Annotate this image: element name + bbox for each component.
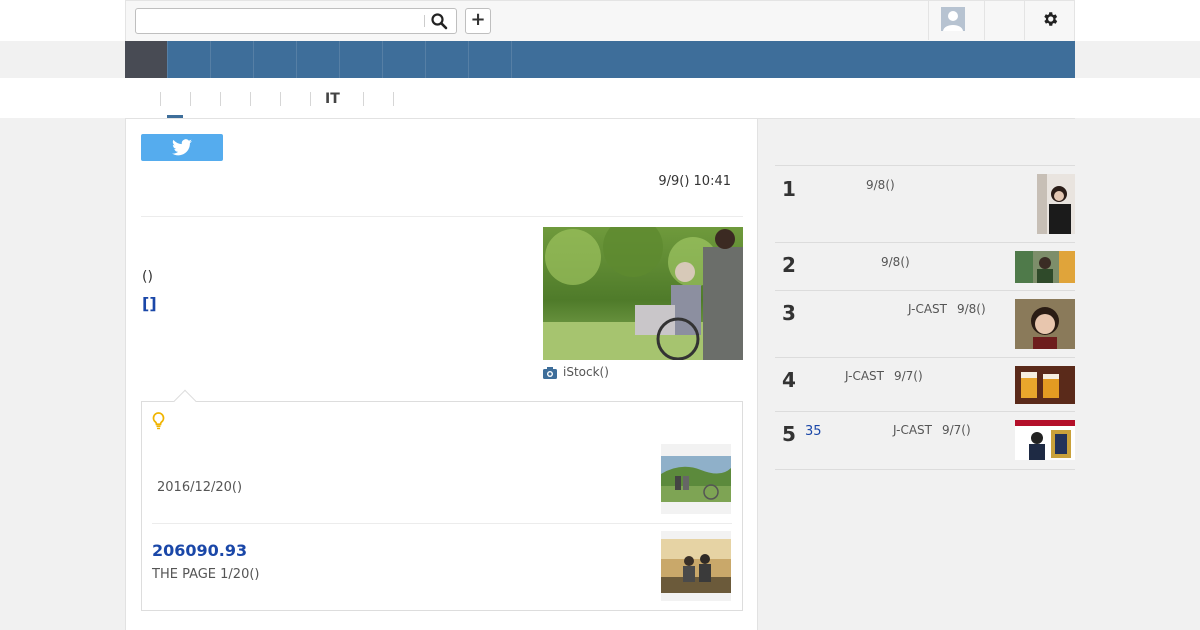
camera-icon <box>543 366 557 379</box>
ranking-bottom-border <box>775 469 1075 470</box>
tweet-button[interactable] <box>141 134 223 161</box>
search-icon <box>431 13 448 30</box>
rank-thumb-4 <box>1015 366 1075 404</box>
gear-icon[interactable] <box>1041 10 1059 28</box>
settings-cell <box>1024 0 1075 40</box>
sub-nav: IT <box>0 78 1200 118</box>
ranking-item-4[interactable]: 4 J-CAST 9/7() <box>775 357 1075 411</box>
rank-number: 1 <box>782 177 796 201</box>
subnav-item-1[interactable] <box>160 92 175 106</box>
nav-item-3[interactable] <box>211 41 254 78</box>
photo-caption-text: iStock() <box>563 365 609 379</box>
rank-number: 5 <box>782 422 796 446</box>
photo-caption: iStock() <box>543 365 609 379</box>
subnav-item-8[interactable] <box>393 92 408 106</box>
ranking-item-2[interactable]: 2 9/8() <box>775 242 1075 290</box>
rank-number: 4 <box>782 368 796 392</box>
rank-thumb-2 <box>1015 251 1075 283</box>
rank-number: 2 <box>782 253 796 277</box>
nav-item-6[interactable] <box>340 41 383 78</box>
subnav-item-7[interactable] <box>363 92 378 106</box>
article-divider <box>141 216 743 217</box>
subnav-item-5[interactable] <box>280 92 295 106</box>
search-button[interactable] <box>430 12 450 30</box>
rank-thumb-5 <box>1015 420 1075 460</box>
add-button[interactable]: + <box>465 8 491 34</box>
related-articles: 2016/12/20() 206090.93 THE PAGE 1/20() <box>141 389 743 611</box>
rank-source: J-CAST <box>845 369 884 383</box>
ranking-item-5[interactable]: 5 35 J-CAST 9/7() <box>775 411 1075 469</box>
header-empty-cell <box>984 0 1024 40</box>
nav-item-8[interactable] <box>426 41 469 78</box>
article-photo[interactable] <box>543 227 743 360</box>
rank-meta: J-CAST 9/8() <box>908 302 986 316</box>
subnav-item-3[interactable] <box>220 92 235 106</box>
rank-date: 9/7() <box>941 423 971 437</box>
search-box <box>135 8 457 34</box>
related-notch <box>173 389 197 413</box>
subnav-item-2[interactable] <box>190 92 205 106</box>
rank-meta: J-CAST 9/7() <box>893 423 971 437</box>
related-divider <box>152 523 732 524</box>
rank-meta: J-CAST 9/7() <box>845 369 923 383</box>
rank-number: 3 <box>782 301 796 325</box>
nav-item-top[interactable] <box>125 41 168 78</box>
nav-item-4[interactable] <box>254 41 297 78</box>
article-main: 9/9() 10:41 () [] iStock() 2016/12/20() … <box>125 119 758 630</box>
related-item-date: 2016/12/20() <box>157 480 243 495</box>
nav-item-9[interactable] <box>469 41 512 78</box>
rank-date: 9/8() <box>866 178 895 192</box>
article-text: () <box>142 269 153 285</box>
twitter-icon <box>172 139 192 156</box>
rank-date: 9/7() <box>893 369 923 383</box>
main-nav <box>125 41 1075 78</box>
search-input[interactable] <box>136 9 424 33</box>
rank-thumb-3 <box>1015 299 1075 349</box>
ranking-item-3[interactable]: 3 J-CAST 9/8() <box>775 290 1075 357</box>
ranking-item-1[interactable]: 1 9/8() <box>775 165 1075 242</box>
avatar-icon <box>941 7 965 31</box>
article-date: 9/9() 10:41 <box>658 174 731 189</box>
rank-source: J-CAST <box>908 302 947 316</box>
rank-date: 9/8() <box>956 302 986 316</box>
subnav-item-it[interactable]: IT <box>310 92 340 106</box>
rank-meta: 9/8() <box>871 255 910 269</box>
rank-meta: 9/8() <box>856 178 895 192</box>
nav-item-7[interactable] <box>383 41 426 78</box>
nav-item-5[interactable] <box>297 41 340 78</box>
nav-item-2[interactable] <box>168 41 211 78</box>
rank-date: 9/8() <box>881 255 910 269</box>
related-thumb-1[interactable] <box>661 444 731 514</box>
related-item-source: THE PAGE 1/20() <box>152 567 260 582</box>
bulb-icon <box>152 412 165 430</box>
user-menu[interactable] <box>928 0 984 40</box>
related-thumb-2[interactable] <box>661 531 731 601</box>
rank-comment-count: 35 <box>805 424 822 439</box>
article-link[interactable]: [] <box>142 294 157 313</box>
related-item-title[interactable]: 206090.93 <box>152 541 247 560</box>
rank-thumb-1 <box>1037 174 1075 234</box>
search-separator <box>424 15 425 27</box>
rank-source: J-CAST <box>893 423 932 437</box>
subnav-item-4[interactable] <box>250 92 265 106</box>
